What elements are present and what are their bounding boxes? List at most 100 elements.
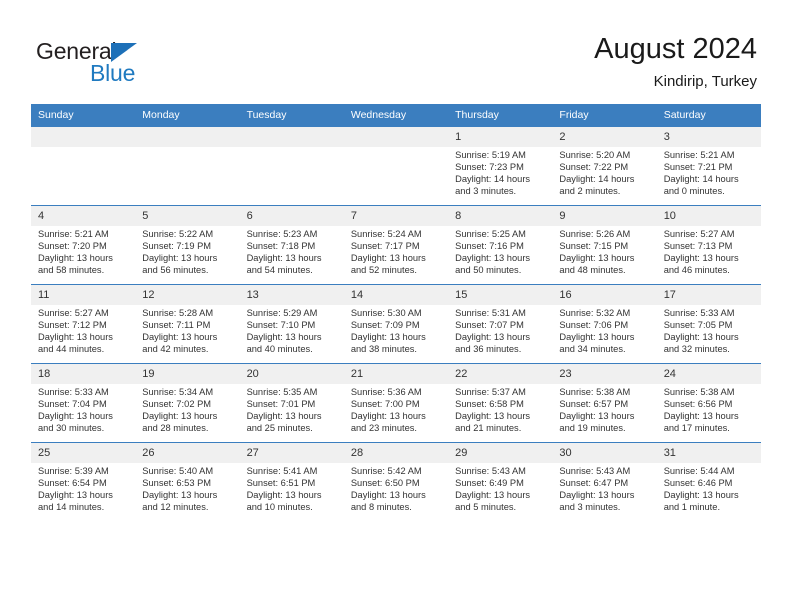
day-details: Sunrise: 5:31 AM Sunset: 7:07 PM Daylight:…: [448, 305, 552, 356]
sunrise-text: Sunrise: 5:25 AM: [455, 229, 526, 239]
calendar-cell-inner: 31 Sunrise: 5:44 AM Sunset: 6:46 PM Dayligh…: [656, 443, 761, 521]
daylight-text-line2: and 30 minutes.: [38, 422, 105, 433]
day-number: 6: [239, 206, 344, 226]
sunrise-text: Sunrise: 5:19 AM: [455, 150, 526, 160]
daylight-text-line1: Daylight: 13 hours: [455, 331, 531, 342]
calendar-day-cell[interactable]: 18 Sunrise: 5:33 AM Sunset: 7:04 PM Dayligh…: [31, 363, 136, 443]
daylight-text-line1: Daylight: 13 hours: [350, 252, 426, 263]
sunset-text: Sunset: 7:15 PM: [559, 240, 629, 251]
calendar-day-cell[interactable]: 20 Sunrise: 5:35 AM Sunset: 7:01 PM Dayligh…: [239, 363, 344, 443]
daylight-text-line2: and 40 minutes.: [246, 343, 313, 354]
calendar-day-cell[interactable]: 21 Sunrise: 5:36 AM Sunset: 7:00 PM Dayligh…: [343, 363, 449, 443]
page-subtitle: Kindirip, Turkey: [653, 73, 757, 90]
calendar-day-cell[interactable]: 13 Sunrise: 5:29 AM Sunset: 7:10 PM Dayligh…: [239, 284, 344, 364]
sunset-text: Sunset: 6:54 PM: [38, 477, 107, 488]
calendar-cell-empty: [239, 127, 344, 206]
day-number: [343, 127, 449, 147]
calendar-day-cell[interactable]: 16 Sunrise: 5:32 AM Sunset: 7:06 PM Dayligh…: [552, 284, 657, 364]
calendar-day-cell[interactable]: 11 Sunrise: 5:27 AM Sunset: 7:12 PM Dayligh…: [31, 284, 136, 364]
daylight-text-line1: Daylight: 13 hours: [455, 489, 531, 500]
day-number: 19: [135, 364, 240, 384]
calendar-day-cell[interactable]: 5 Sunrise: 5:22 AM Sunset: 7:19 PM Daylight…: [135, 205, 240, 285]
calendar-cell-inner: 11 Sunrise: 5:27 AM Sunset: 7:12 PM Dayligh…: [31, 285, 136, 363]
calendar-day-cell[interactable]: 2 Sunrise: 5:20 AM Sunset: 7:22 PM Daylight…: [552, 127, 657, 206]
calendar-cell-inner: 19 Sunrise: 5:34 AM Sunset: 7:02 PM Dayligh…: [135, 364, 240, 442]
sunset-text: Sunset: 7:06 PM: [559, 319, 629, 330]
calendar-cell-empty: [31, 127, 136, 206]
general-blue-logo[interactable]: General Blue: [36, 38, 276, 94]
calendar-day-cell[interactable]: 8 Sunrise: 5:25 AM Sunset: 7:16 PM Daylight…: [448, 205, 553, 285]
calendar-day-cell[interactable]: 24 Sunrise: 5:38 AM Sunset: 6:56 PM Dayligh…: [656, 363, 761, 443]
day-number: 16: [552, 285, 657, 305]
day-number: 17: [656, 285, 761, 305]
daylight-text-line2: and 38 minutes.: [350, 343, 417, 354]
calendar-day-cell[interactable]: 9 Sunrise: 5:26 AM Sunset: 7:15 PM Daylight…: [552, 205, 657, 285]
calendar-cell-inner: 8 Sunrise: 5:25 AM Sunset: 7:16 PM Daylight…: [448, 206, 553, 284]
calendar-day-cell[interactable]: 12 Sunrise: 5:28 AM Sunset: 7:11 PM Dayligh…: [135, 284, 240, 364]
sunset-text: Sunset: 6:47 PM: [559, 477, 629, 488]
daylight-text-line1: Daylight: 13 hours: [246, 252, 322, 263]
day-number: 15: [448, 285, 553, 305]
calendar-day-cell[interactable]: 7 Sunrise: 5:24 AM Sunset: 7:17 PM Daylight…: [343, 205, 449, 285]
calendar-day-cell[interactable]: 6 Sunrise: 5:23 AM Sunset: 7:18 PM Daylight…: [239, 205, 344, 285]
calendar-cell-inner: 18 Sunrise: 5:33 AM Sunset: 7:04 PM Dayligh…: [31, 364, 136, 442]
calendar-day-cell[interactable]: 10 Sunrise: 5:27 AM Sunset: 7:13 PM Dayligh…: [656, 205, 761, 285]
calendar-day-cell[interactable]: 26 Sunrise: 5:40 AM Sunset: 6:53 PM Dayligh…: [135, 442, 240, 521]
daylight-text-line2: and 17 minutes.: [663, 422, 730, 433]
day-details: Sunrise: 5:42 AM Sunset: 6:50 PM Daylight:…: [344, 463, 448, 514]
sunset-text: Sunset: 7:10 PM: [246, 319, 316, 330]
calendar-day-cell[interactable]: 4 Sunrise: 5:21 AM Sunset: 7:20 PM Daylight…: [31, 205, 136, 285]
calendar-day-cell[interactable]: 30 Sunrise: 5:43 AM Sunset: 6:47 PM Dayligh…: [552, 442, 657, 521]
calendar-cell-inner: 17 Sunrise: 5:33 AM Sunset: 7:05 PM Dayligh…: [656, 285, 761, 363]
day-number: 30: [552, 443, 657, 463]
day-number: [135, 127, 240, 147]
weekday-header-sunday: Sunday: [31, 104, 136, 127]
calendar-day-cell[interactable]: 1 Sunrise: 5:19 AM Sunset: 7:23 PM Daylight…: [448, 127, 553, 206]
calendar-day-cell[interactable]: 31 Sunrise: 5:44 AM Sunset: 6:46 PM Dayligh…: [656, 442, 761, 521]
day-details: Sunrise: 5:38 AM Sunset: 6:57 PM Daylight:…: [552, 384, 656, 435]
daylight-text-line1: Daylight: 13 hours: [142, 489, 218, 500]
day-number: 5: [135, 206, 240, 226]
calendar-day-cell[interactable]: 25 Sunrise: 5:39 AM Sunset: 6:54 PM Dayligh…: [31, 442, 136, 521]
day-details: Sunrise: 5:33 AM Sunset: 7:05 PM Daylight:…: [657, 305, 761, 356]
calendar-day-cell[interactable]: 15 Sunrise: 5:31 AM Sunset: 7:07 PM Dayligh…: [448, 284, 553, 364]
calendar-day-cell[interactable]: 28 Sunrise: 5:42 AM Sunset: 6:50 PM Dayligh…: [343, 442, 449, 521]
calendar-day-cell[interactable]: 17 Sunrise: 5:33 AM Sunset: 7:05 PM Dayligh…: [656, 284, 761, 364]
weekday-header-saturday: Saturday: [656, 104, 761, 127]
calendar-day-cell[interactable]: 23 Sunrise: 5:38 AM Sunset: 6:57 PM Dayligh…: [552, 363, 657, 443]
daylight-text-line2: and 56 minutes.: [142, 264, 209, 275]
calendar-day-cell[interactable]: 22 Sunrise: 5:37 AM Sunset: 6:58 PM Dayligh…: [448, 363, 553, 443]
calendar-week-row: 18 Sunrise: 5:33 AM Sunset: 7:04 PM Dayligh…: [31, 363, 761, 443]
daylight-text-line1: Daylight: 13 hours: [455, 410, 531, 421]
calendar-day-cell[interactable]: 19 Sunrise: 5:34 AM Sunset: 7:02 PM Dayligh…: [135, 363, 240, 443]
day-number: 22: [448, 364, 553, 384]
sunrise-text: Sunrise: 5:43 AM: [559, 466, 631, 476]
page-header: General Blue August 2024 Kindirip, Turke…: [0, 0, 792, 104]
calendar-day-cell[interactable]: 27 Sunrise: 5:41 AM Sunset: 6:51 PM Dayligh…: [239, 442, 344, 521]
day-details: Sunrise: 5:43 AM Sunset: 6:49 PM Daylight:…: [448, 463, 552, 514]
sunset-text: Sunset: 6:53 PM: [142, 477, 212, 488]
daylight-text-line2: and 10 minutes.: [246, 501, 313, 512]
calendar-cell-inner: 1 Sunrise: 5:19 AM Sunset: 7:23 PM Daylight…: [448, 127, 553, 205]
daylight-text-line2: and 14 minutes.: [38, 501, 105, 512]
daylight-text-line1: Daylight: 13 hours: [38, 252, 113, 263]
logo-text-blue: Blue: [90, 60, 136, 86]
daylight-text-line2: and 58 minutes.: [38, 264, 105, 275]
calendar-day-cell[interactable]: 3 Sunrise: 5:21 AM Sunset: 7:21 PM Daylight…: [656, 127, 761, 206]
day-details: Sunrise: 5:44 AM Sunset: 6:46 PM Daylight:…: [657, 463, 761, 514]
day-number: 2: [552, 127, 657, 147]
calendar-cell-inner: [31, 127, 136, 205]
sunset-text: Sunset: 6:58 PM: [455, 398, 524, 409]
calendar-day-cell[interactable]: 14 Sunrise: 5:30 AM Sunset: 7:09 PM Dayligh…: [343, 284, 449, 364]
calendar-day-cell[interactable]: 29 Sunrise: 5:43 AM Sunset: 6:49 PM Dayligh…: [448, 442, 553, 521]
calendar-cell-inner: 12 Sunrise: 5:28 AM Sunset: 7:11 PM Dayligh…: [135, 285, 240, 363]
daylight-text-line2: and 0 minutes.: [663, 185, 725, 196]
day-details: Sunrise: 5:40 AM Sunset: 6:53 PM Daylight:…: [135, 463, 239, 514]
sunset-text: Sunset: 7:18 PM: [246, 240, 316, 251]
day-details: Sunrise: 5:22 AM Sunset: 7:19 PM Daylight:…: [135, 226, 239, 277]
day-details: Sunrise: 5:28 AM Sunset: 7:11 PM Daylight:…: [135, 305, 239, 356]
day-number: 31: [656, 443, 761, 463]
day-details: Sunrise: 5:33 AM Sunset: 7:04 PM Daylight:…: [31, 384, 135, 435]
sunrise-text: Sunrise: 5:36 AM: [350, 387, 422, 397]
sunrise-text: Sunrise: 5:38 AM: [559, 387, 631, 397]
